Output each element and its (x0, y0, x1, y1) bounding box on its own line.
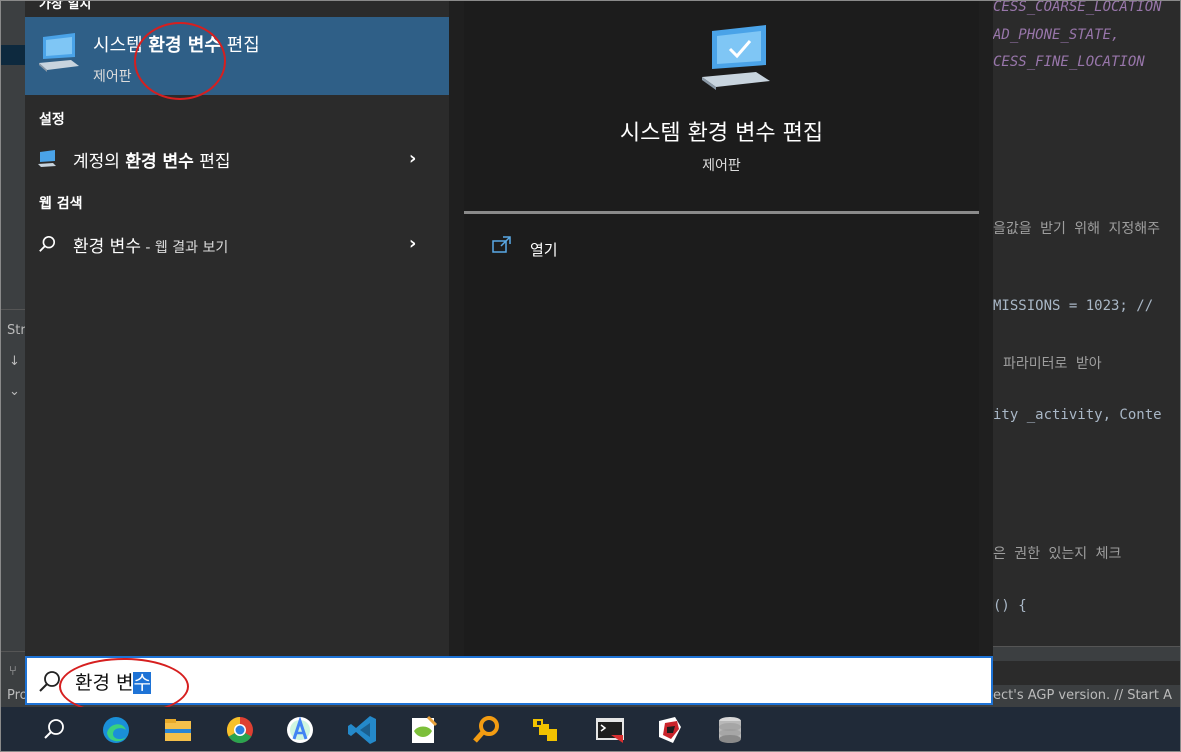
search-icon[interactable] (37, 713, 71, 747)
ide-tool-label: Str (7, 323, 26, 338)
code-line: 을값을 받기 위해 지정해주 (993, 221, 1160, 237)
annotation-circle (134, 22, 226, 100)
open-action[interactable]: 열기 (492, 233, 692, 261)
chevron-right-icon[interactable]: › (409, 233, 416, 254)
code-line: MISSIONS = 1023; // (993, 298, 1154, 314)
ide-selected-row (1, 45, 25, 65)
search-icon (39, 235, 56, 252)
ruby-app-icon[interactable] (653, 713, 687, 747)
start-menu-results-pane: 가장 일치 시스템 환경 변수 편집 제어판 설정 계정의 환경 변수 편집 ›… (25, 1, 449, 656)
web-result-label: 환경 변수 - 웹 결과 보기 (73, 237, 229, 257)
open-external-icon (492, 236, 511, 253)
code-line: AD_PHONE_STATE, (993, 27, 1120, 43)
settings-result-label: 계정의 환경 변수 편집 (73, 152, 231, 172)
ide-expand-icon[interactable]: ⌄ (9, 384, 20, 399)
web-search-heading: 웹 검색 (39, 196, 83, 212)
best-match-heading: 가장 일치 (39, 0, 92, 12)
ide-sort-icon[interactable]: ↓ (9, 354, 20, 369)
open-label: 열기 (530, 241, 558, 259)
magnifier-search-icon[interactable] (469, 713, 503, 747)
detail-title: 시스템 환경 변수 편집 (619, 121, 824, 146)
code-line: CESS_COARSE_LOCATION (993, 1, 1162, 15)
ide-divider (1, 651, 25, 652)
chevron-right-icon[interactable]: › (409, 148, 416, 169)
ide-git-icon[interactable]: ⑂ (9, 664, 17, 679)
ide-left-strip: Str ↓ ⌄ ⑂ (1, 1, 26, 701)
computer-icon (39, 33, 79, 72)
notepad-plus-icon[interactable] (406, 713, 440, 747)
android-studio-icon[interactable] (283, 713, 317, 747)
vscode-icon[interactable] (346, 713, 380, 747)
code-line: 은 권한 있는지 체크 (993, 546, 1122, 562)
detail-divider (464, 211, 979, 214)
settings-heading: 설정 (39, 112, 65, 128)
computer-icon (38, 150, 56, 167)
settings-result-item[interactable]: 계정의 환경 변수 편집 › (25, 141, 449, 175)
code-line: () { (993, 598, 1027, 614)
ide-status-message: ect's AGP version. // Start A (993, 688, 1172, 703)
best-match-item[interactable]: 시스템 환경 변수 편집 제어판 (25, 17, 449, 95)
taskbar (1, 707, 1180, 751)
detail-subtitle: 제어판 (702, 158, 741, 174)
detail-panel: 시스템 환경 변수 편집 제어판 열기 (464, 1, 979, 656)
edge-icon[interactable] (99, 713, 133, 747)
ide-divider (1, 309, 25, 310)
code-line: CESS_FINE_LOCATION (993, 54, 1145, 70)
ide-code-editor: CESS_COARSE_LOCATION AD_PHONE_STATE, CES… (993, 1, 1180, 661)
file-explorer-icon[interactable] (161, 713, 195, 747)
yellow-app-icon[interactable] (529, 713, 563, 747)
terminal-icon[interactable] (593, 713, 627, 747)
best-match-subtitle: 제어판 (93, 69, 132, 85)
computer-icon (702, 25, 770, 90)
screenshot-frame: Str ↓ ⌄ ⑂ CESS_COARSE_LOCATION AD_PHONE_… (0, 0, 1181, 752)
web-result-item[interactable]: 환경 변수 - 웹 결과 보기 › (25, 226, 449, 260)
code-line: ity _activity, Conte (993, 407, 1162, 423)
ide-panel-separator (993, 646, 1180, 661)
database-icon[interactable] (713, 713, 747, 747)
start-menu-detail-pane: 시스템 환경 변수 편집 제어판 열기 (449, 1, 993, 656)
chrome-icon[interactable] (223, 713, 257, 747)
code-line: 파라미터로 받아 (1003, 356, 1102, 372)
